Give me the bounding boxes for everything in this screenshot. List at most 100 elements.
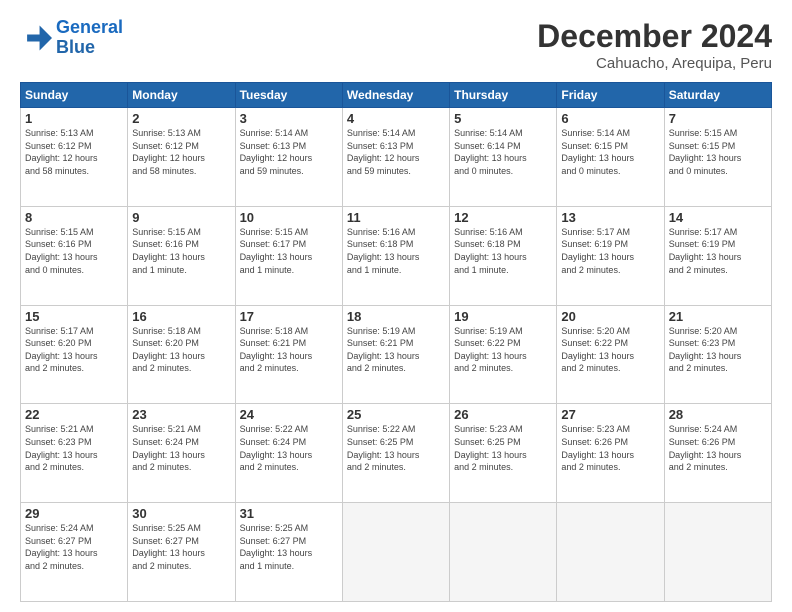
calendar-cell: 3Sunrise: 5:14 AM Sunset: 6:13 PM Daylig… [235,108,342,207]
day-info: Sunrise: 5:15 AM Sunset: 6:16 PM Dayligh… [25,226,123,276]
calendar-cell: 2Sunrise: 5:13 AM Sunset: 6:12 PM Daylig… [128,108,235,207]
day-info: Sunrise: 5:16 AM Sunset: 6:18 PM Dayligh… [454,226,552,276]
day-number: 31 [240,506,338,521]
day-number: 21 [669,309,767,324]
logo: General Blue [20,18,123,58]
calendar-cell: 9Sunrise: 5:15 AM Sunset: 6:16 PM Daylig… [128,206,235,305]
calendar-cell: 6Sunrise: 5:14 AM Sunset: 6:15 PM Daylig… [557,108,664,207]
calendar-cell: 18Sunrise: 5:19 AM Sunset: 6:21 PM Dayli… [342,305,449,404]
calendar-cell: 22Sunrise: 5:21 AM Sunset: 6:23 PM Dayli… [21,404,128,503]
calendar-cell [342,503,449,602]
day-info: Sunrise: 5:14 AM Sunset: 6:14 PM Dayligh… [454,127,552,177]
day-info: Sunrise: 5:17 AM Sunset: 6:19 PM Dayligh… [561,226,659,276]
day-number: 25 [347,407,445,422]
calendar-cell: 31Sunrise: 5:25 AM Sunset: 6:27 PM Dayli… [235,503,342,602]
day-number: 24 [240,407,338,422]
day-number: 3 [240,111,338,126]
day-info: Sunrise: 5:14 AM Sunset: 6:13 PM Dayligh… [347,127,445,177]
day-info: Sunrise: 5:22 AM Sunset: 6:24 PM Dayligh… [240,423,338,473]
calendar-cell: 20Sunrise: 5:20 AM Sunset: 6:22 PM Dayli… [557,305,664,404]
day-info: Sunrise: 5:19 AM Sunset: 6:22 PM Dayligh… [454,325,552,375]
day-number: 1 [25,111,123,126]
calendar: SundayMondayTuesdayWednesdayThursdayFrid… [20,82,772,602]
day-number: 19 [454,309,552,324]
day-info: Sunrise: 5:22 AM Sunset: 6:25 PM Dayligh… [347,423,445,473]
location: Cahuacho, Arequipa, Peru [537,55,772,72]
day-number: 14 [669,210,767,225]
day-number: 10 [240,210,338,225]
calendar-week-row: 15Sunrise: 5:17 AM Sunset: 6:20 PM Dayli… [21,305,772,404]
calendar-cell: 15Sunrise: 5:17 AM Sunset: 6:20 PM Dayli… [21,305,128,404]
day-of-week-header: Saturday [664,83,771,108]
day-info: Sunrise: 5:13 AM Sunset: 6:12 PM Dayligh… [25,127,123,177]
calendar-cell: 4Sunrise: 5:14 AM Sunset: 6:13 PM Daylig… [342,108,449,207]
day-info: Sunrise: 5:24 AM Sunset: 6:27 PM Dayligh… [25,522,123,572]
day-number: 30 [132,506,230,521]
day-of-week-header: Monday [128,83,235,108]
calendar-cell: 10Sunrise: 5:15 AM Sunset: 6:17 PM Dayli… [235,206,342,305]
day-number: 23 [132,407,230,422]
calendar-cell: 7Sunrise: 5:15 AM Sunset: 6:15 PM Daylig… [664,108,771,207]
day-number: 5 [454,111,552,126]
day-info: Sunrise: 5:13 AM Sunset: 6:12 PM Dayligh… [132,127,230,177]
day-number: 9 [132,210,230,225]
calendar-cell [664,503,771,602]
day-info: Sunrise: 5:16 AM Sunset: 6:18 PM Dayligh… [347,226,445,276]
calendar-cell: 12Sunrise: 5:16 AM Sunset: 6:18 PM Dayli… [450,206,557,305]
calendar-cell: 24Sunrise: 5:22 AM Sunset: 6:24 PM Dayli… [235,404,342,503]
day-number: 6 [561,111,659,126]
calendar-cell: 8Sunrise: 5:15 AM Sunset: 6:16 PM Daylig… [21,206,128,305]
day-number: 4 [347,111,445,126]
day-info: Sunrise: 5:18 AM Sunset: 6:21 PM Dayligh… [240,325,338,375]
day-number: 18 [347,309,445,324]
day-number: 17 [240,309,338,324]
calendar-cell: 25Sunrise: 5:22 AM Sunset: 6:25 PM Dayli… [342,404,449,503]
calendar-cell [450,503,557,602]
day-of-week-header: Tuesday [235,83,342,108]
day-number: 2 [132,111,230,126]
day-number: 11 [347,210,445,225]
calendar-cell: 30Sunrise: 5:25 AM Sunset: 6:27 PM Dayli… [128,503,235,602]
day-info: Sunrise: 5:23 AM Sunset: 6:26 PM Dayligh… [561,423,659,473]
day-info: Sunrise: 5:23 AM Sunset: 6:25 PM Dayligh… [454,423,552,473]
title-block: December 2024 Cahuacho, Arequipa, Peru [537,18,772,72]
day-info: Sunrise: 5:14 AM Sunset: 6:15 PM Dayligh… [561,127,659,177]
day-number: 8 [25,210,123,225]
calendar-cell: 17Sunrise: 5:18 AM Sunset: 6:21 PM Dayli… [235,305,342,404]
day-of-week-header: Wednesday [342,83,449,108]
day-number: 12 [454,210,552,225]
day-info: Sunrise: 5:15 AM Sunset: 6:15 PM Dayligh… [669,127,767,177]
day-info: Sunrise: 5:21 AM Sunset: 6:24 PM Dayligh… [132,423,230,473]
calendar-cell: 16Sunrise: 5:18 AM Sunset: 6:20 PM Dayli… [128,305,235,404]
calendar-cell: 1Sunrise: 5:13 AM Sunset: 6:12 PM Daylig… [21,108,128,207]
day-info: Sunrise: 5:24 AM Sunset: 6:26 PM Dayligh… [669,423,767,473]
day-number: 7 [669,111,767,126]
day-info: Sunrise: 5:14 AM Sunset: 6:13 PM Dayligh… [240,127,338,177]
logo-icon [20,22,52,54]
month-title: December 2024 [537,18,772,55]
calendar-cell: 13Sunrise: 5:17 AM Sunset: 6:19 PM Dayli… [557,206,664,305]
day-info: Sunrise: 5:15 AM Sunset: 6:16 PM Dayligh… [132,226,230,276]
day-number: 26 [454,407,552,422]
day-number: 16 [132,309,230,324]
calendar-cell [557,503,664,602]
logo-line1: General [56,17,123,37]
day-info: Sunrise: 5:17 AM Sunset: 6:19 PM Dayligh… [669,226,767,276]
day-info: Sunrise: 5:25 AM Sunset: 6:27 PM Dayligh… [240,522,338,572]
logo-text: General Blue [56,18,123,58]
calendar-week-row: 1Sunrise: 5:13 AM Sunset: 6:12 PM Daylig… [21,108,772,207]
day-info: Sunrise: 5:25 AM Sunset: 6:27 PM Dayligh… [132,522,230,572]
calendar-cell: 23Sunrise: 5:21 AM Sunset: 6:24 PM Dayli… [128,404,235,503]
calendar-cell: 11Sunrise: 5:16 AM Sunset: 6:18 PM Dayli… [342,206,449,305]
calendar-cell: 26Sunrise: 5:23 AM Sunset: 6:25 PM Dayli… [450,404,557,503]
calendar-week-row: 8Sunrise: 5:15 AM Sunset: 6:16 PM Daylig… [21,206,772,305]
calendar-cell: 21Sunrise: 5:20 AM Sunset: 6:23 PM Dayli… [664,305,771,404]
calendar-week-row: 29Sunrise: 5:24 AM Sunset: 6:27 PM Dayli… [21,503,772,602]
day-info: Sunrise: 5:15 AM Sunset: 6:17 PM Dayligh… [240,226,338,276]
day-number: 20 [561,309,659,324]
day-number: 22 [25,407,123,422]
day-number: 13 [561,210,659,225]
day-info: Sunrise: 5:21 AM Sunset: 6:23 PM Dayligh… [25,423,123,473]
logo-line2: Blue [56,38,123,58]
day-info: Sunrise: 5:18 AM Sunset: 6:20 PM Dayligh… [132,325,230,375]
